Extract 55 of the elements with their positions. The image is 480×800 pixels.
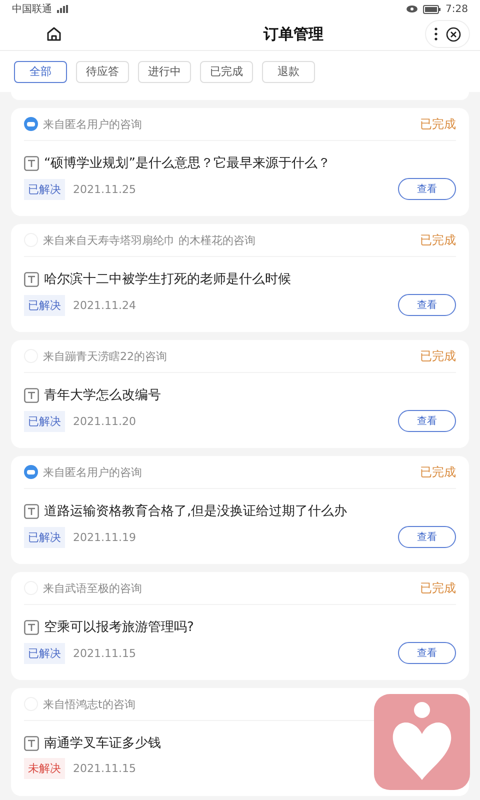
view-button[interactable]: 查看	[398, 294, 456, 316]
view-button[interactable]: 查看	[398, 642, 456, 664]
text-icon	[24, 736, 39, 750]
order-date: 2021.11.24	[73, 298, 136, 312]
close-icon[interactable]	[446, 26, 461, 42]
order-status: 已完成	[420, 348, 456, 364]
battery-icon	[422, 4, 441, 14]
resolution-tag: 已解决	[24, 526, 65, 548]
carrier-name: 中国联通	[12, 2, 52, 16]
view-button[interactable]: 查看	[398, 410, 456, 432]
question-text: 空乘可以报考旅游管理吗?	[44, 619, 194, 636]
order-status: 已完成	[420, 464, 456, 480]
text-icon	[24, 272, 39, 286]
filter-tab[interactable]: 已完成	[200, 60, 253, 82]
signal-icon	[57, 5, 71, 13]
resolution-tag: 已解决	[24, 642, 65, 664]
heart-person-icon	[391, 702, 453, 782]
order-date: 2021.11.19	[73, 530, 136, 544]
resolution-tag: 已解决	[24, 410, 65, 432]
order-date: 2021.11.20	[73, 414, 136, 428]
filter-tab[interactable]: 退款	[262, 60, 315, 82]
page-title: 订单管理	[264, 24, 324, 44]
order-status: 已完成	[420, 232, 456, 248]
source-label: 来自武语至极的咨询	[43, 580, 142, 596]
resolution-tag: 未解决	[24, 758, 65, 779]
view-button[interactable]: 查看	[398, 526, 456, 548]
order-status: 已完成	[420, 116, 456, 132]
filter-tab[interactable]: 待应答	[76, 60, 129, 82]
filter-tab[interactable]: 进行中	[138, 60, 191, 82]
eye-icon	[406, 5, 418, 13]
question-text: “硕博学业规划”是什么意思？它最早来源于什么？	[44, 155, 330, 172]
home-icon[interactable]	[46, 26, 62, 42]
clock-time: 7:28	[446, 4, 468, 14]
text-icon	[24, 620, 39, 634]
question-text: 哈尔滨十二中被学生打死的老师是什么时候	[44, 271, 291, 288]
order-status: 已完成	[420, 580, 456, 596]
question-text: 道路运输资格教育合格了,但是没换证给过期了什么办	[44, 502, 348, 520]
order-date: 2021.11.15	[73, 646, 136, 660]
text-icon	[24, 504, 39, 518]
question-text: 南通学叉车证多少钱	[44, 735, 161, 752]
source-label: 来自匿名用户的咨询	[43, 116, 142, 132]
question-text: 青年大学怎么改编号	[44, 387, 161, 404]
text-icon	[24, 156, 39, 170]
text-icon	[24, 388, 39, 402]
filter-tab[interactable]: 全部	[14, 60, 67, 82]
source-label: 来自来自天寿寺塔羽扇纶巾 的木槿花的咨询	[43, 232, 256, 248]
source-label: 来自匿名用户的咨询	[43, 464, 142, 480]
resolution-tag: 已解决	[24, 294, 65, 316]
order-date: 2021.11.25	[73, 182, 136, 196]
resolution-tag: 已解决	[24, 178, 65, 200]
source-label: 来自悟鸿志t的咨询	[43, 696, 136, 712]
order-date: 2021.11.15	[73, 762, 136, 775]
view-button[interactable]: 查看	[398, 178, 456, 200]
source-label: 来自蹦青天涝瞎22的咨询	[43, 348, 167, 364]
more-icon[interactable]	[434, 27, 438, 41]
